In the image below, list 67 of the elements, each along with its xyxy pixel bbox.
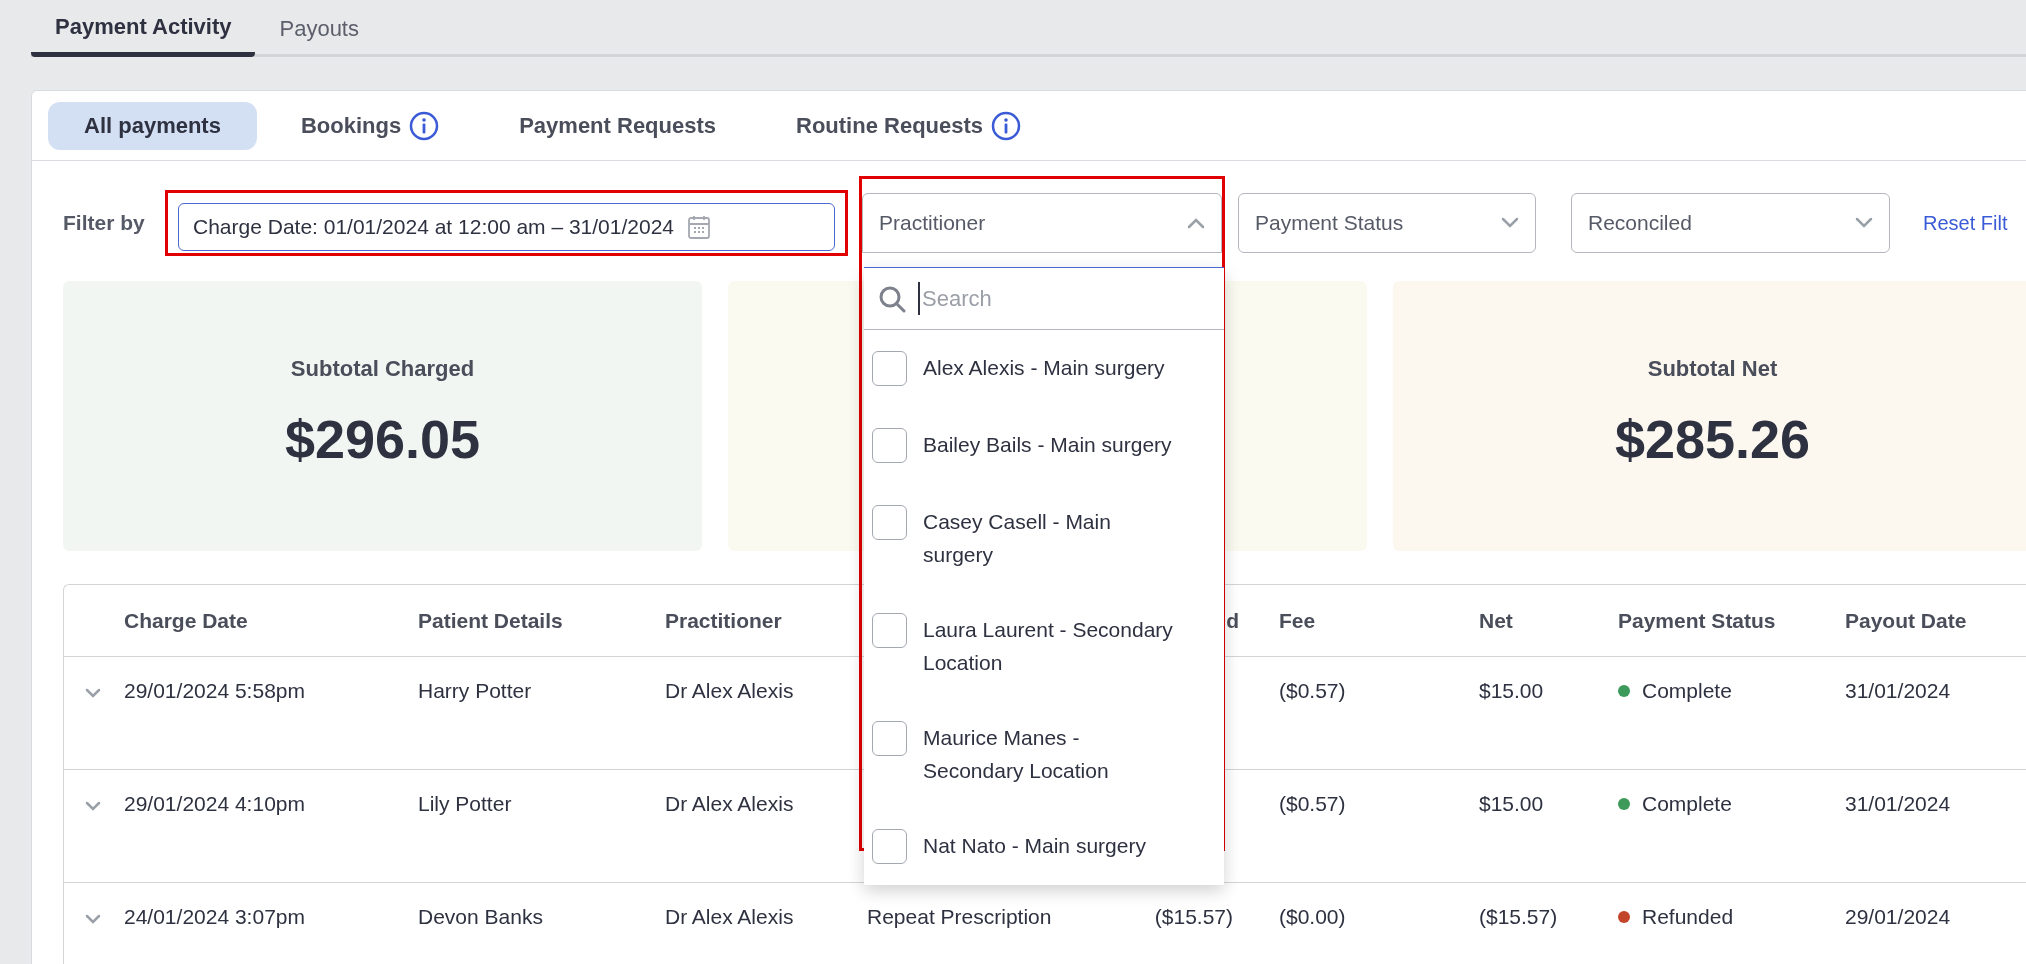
page-tab[interactable]: Payment Activity: [31, 0, 256, 57]
table-cell-text: ($0.57): [1279, 791, 1347, 817]
table-cell-text: 29/01/2024 4:10pm: [124, 791, 306, 817]
table-cell-text: ($15.57): [1479, 904, 1559, 930]
table-cell-text: ($0.57): [1279, 678, 1347, 704]
chevron-up-icon: [1187, 217, 1205, 229]
filter-tab[interactable]: Bookings: [264, 101, 476, 150]
chevron-down-icon[interactable]: [84, 687, 102, 699]
search-field[interactable]: Search: [918, 282, 1168, 315]
filter-label: Filter by: [63, 210, 146, 237]
chevron-down-icon[interactable]: [84, 913, 102, 925]
select-dropdown[interactable]: Payment Status: [1238, 193, 1536, 253]
practitioner-option[interactable]: Maurice Manes - Secondary Location: [864, 700, 1224, 808]
practitioner-option[interactable]: Alex Alexis - Main surgery: [864, 330, 1224, 407]
select-dropdown[interactable]: Reconciled: [1571, 193, 1890, 253]
chevron-down-icon: [1501, 217, 1519, 229]
table-cell-text: Harry Potter: [418, 678, 533, 704]
practitioner-option[interactable]: Laura Laurent - Secondary Location: [864, 592, 1224, 700]
column-header: Net: [1479, 607, 1514, 634]
card-value: $285.26: [1614, 408, 1811, 471]
table-cell-text: 29/01/2024 5:58pm: [124, 678, 306, 704]
column-header: Patient Details: [418, 607, 564, 634]
table-cell-text: $15.00: [1479, 678, 1545, 704]
search-icon: [878, 284, 906, 313]
page-tab[interactable]: Payouts: [255, 0, 383, 57]
table-cell-text: ($0.00): [1279, 904, 1347, 930]
table-cell-text: Devon Banks: [418, 904, 544, 930]
table-cell-text: Dr Alex Alexis: [665, 791, 795, 817]
table-cell-text: Lily Potter: [418, 791, 513, 817]
checkbox[interactable]: [872, 613, 907, 648]
table-cell-text: Dr Alex Alexis: [665, 904, 795, 930]
table-cell-text: 31/01/2024: [1845, 791, 1952, 817]
practitioner-option[interactable]: Casey Casell - Main surgery: [864, 484, 1224, 592]
date-range-field[interactable]: Charge Date: 01/01/2024 at 12:00 am – 31/01/2024: [178, 203, 835, 251]
chevron-down-icon[interactable]: [84, 800, 102, 812]
filter-tab[interactable]: Routine Requests: [760, 101, 1058, 150]
card-value: $296.05: [284, 408, 481, 471]
card-label: Subtotal Charged: [290, 355, 475, 383]
chevron-down-icon: [1855, 217, 1873, 229]
card-label: Subtotal Net: [1647, 355, 1778, 383]
table-cell-text: $15.00: [1479, 791, 1545, 817]
checkbox[interactable]: [872, 505, 907, 540]
column-header: Fee: [1279, 607, 1317, 634]
checkbox[interactable]: [872, 428, 907, 463]
practitioner-option[interactable]: Bailey Bails - Main surgery: [864, 407, 1224, 484]
checkbox[interactable]: [872, 829, 907, 864]
table-cell-text: Dr Alex Alexis: [665, 678, 795, 704]
table-cell-text: 31/01/2024: [1845, 678, 1952, 704]
practitioner-option[interactable]: Nat Nato - Main surgery: [864, 808, 1224, 885]
column-header: Charge Date: [124, 607, 249, 634]
status-label: Refunded: [1642, 904, 1734, 930]
column-header: Payout Date: [1845, 607, 1968, 634]
table-cell-text: 29/01/2024: [1845, 904, 1952, 930]
select-dropdown[interactable]: Practitioner: [862, 193, 1222, 253]
table-cell-text: 24/01/2024 3:07pm: [124, 904, 306, 930]
filter-tab[interactable]: Payment Requests: [483, 101, 753, 150]
table-cell-text: Repeat Prescription: [867, 904, 1053, 930]
column-header: Practitioner: [665, 607, 783, 634]
checkbox[interactable]: [872, 351, 907, 386]
checkbox[interactable]: [872, 721, 907, 756]
status-label: Complete: [1642, 791, 1732, 817]
filter-tab[interactable]: All payments: [48, 101, 257, 150]
reset-filters-link[interactable]: Reset Filt: [1923, 208, 2008, 238]
column-header: Payment Status: [1618, 607, 1777, 634]
table-cell-text: ($15.57): [1153, 904, 1234, 930]
calendar-icon: [688, 215, 711, 239]
status-label: Complete: [1642, 678, 1732, 704]
